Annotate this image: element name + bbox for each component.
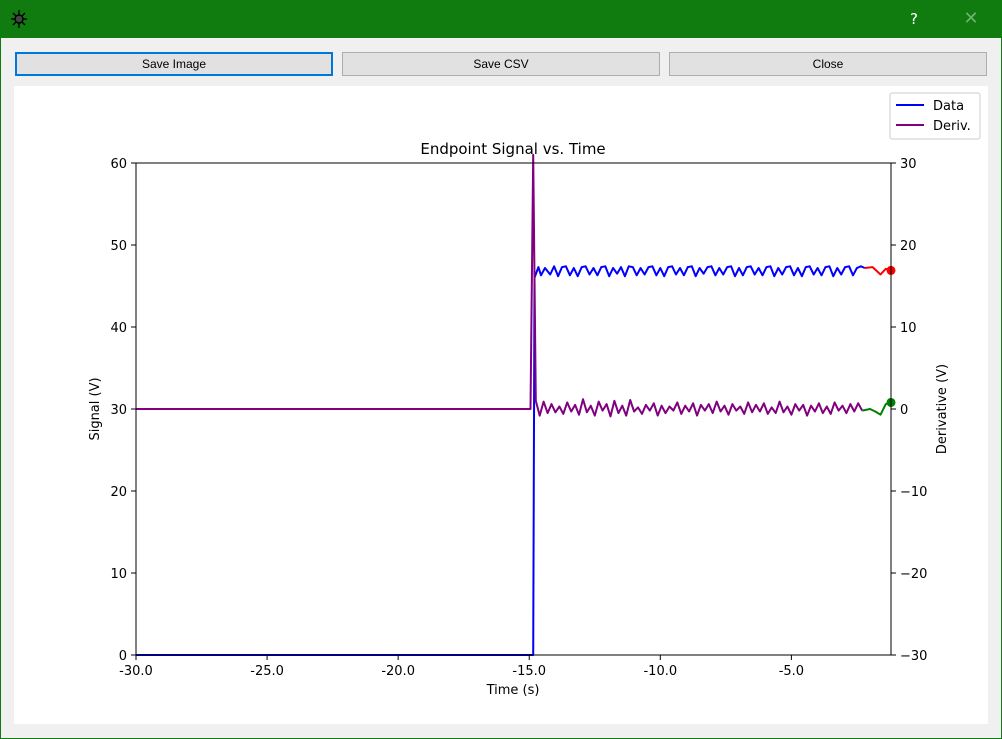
- y-tick-label: 30: [110, 403, 127, 418]
- legend: Data Deriv.: [889, 92, 981, 140]
- y2-tick-label: 10: [900, 321, 917, 336]
- y2-tick-label: 0: [900, 403, 908, 418]
- series-line-3: [861, 401, 892, 416]
- x-tick-label: -10.0: [643, 664, 677, 679]
- y-tick-label: 0: [119, 649, 127, 664]
- y2-tick-label: 30: [900, 157, 917, 172]
- y2-tick-label: −20: [900, 567, 927, 582]
- y-tick-label: 10: [110, 567, 127, 582]
- y-tick-label: 60: [110, 157, 127, 172]
- x-tick-label: -20.0: [381, 664, 415, 679]
- legend-data-label: Data: [933, 99, 964, 114]
- y-tick-label: 50: [110, 239, 127, 254]
- x-tick-label: -5.0: [779, 664, 804, 679]
- endpoint-signal-chart: Endpoint Signal vs. Time Time (s) Signal…: [88, 92, 981, 698]
- y-axis-label: Signal (V): [88, 377, 103, 440]
- y2-tick-label: 20: [900, 239, 917, 254]
- series-line-2: [136, 153, 864, 418]
- y-tick-label: 20: [110, 485, 127, 500]
- axes: -30.0 -25.0 -20.0 -15.0 -10.0 -5.0 0 10 20 30 40 50…: [110, 157, 927, 679]
- legend-deriv-label: Deriv.: [933, 119, 971, 134]
- series-line-0: [136, 265, 866, 656]
- y2-tick-label: −30: [900, 649, 927, 664]
- x-tick-label: -15.0: [512, 664, 546, 679]
- x-tick-label: -30.0: [119, 664, 153, 679]
- x-tick-label: -25.0: [250, 664, 284, 679]
- y2-tick-label: −10: [900, 485, 927, 500]
- x-axis-label: Time (s): [486, 683, 540, 698]
- y2-axis-label: Derivative (V): [935, 364, 950, 454]
- chart-title: Endpoint Signal vs. Time: [420, 140, 605, 158]
- plot-lines: [136, 153, 896, 656]
- y-tick-label: 40: [110, 321, 127, 336]
